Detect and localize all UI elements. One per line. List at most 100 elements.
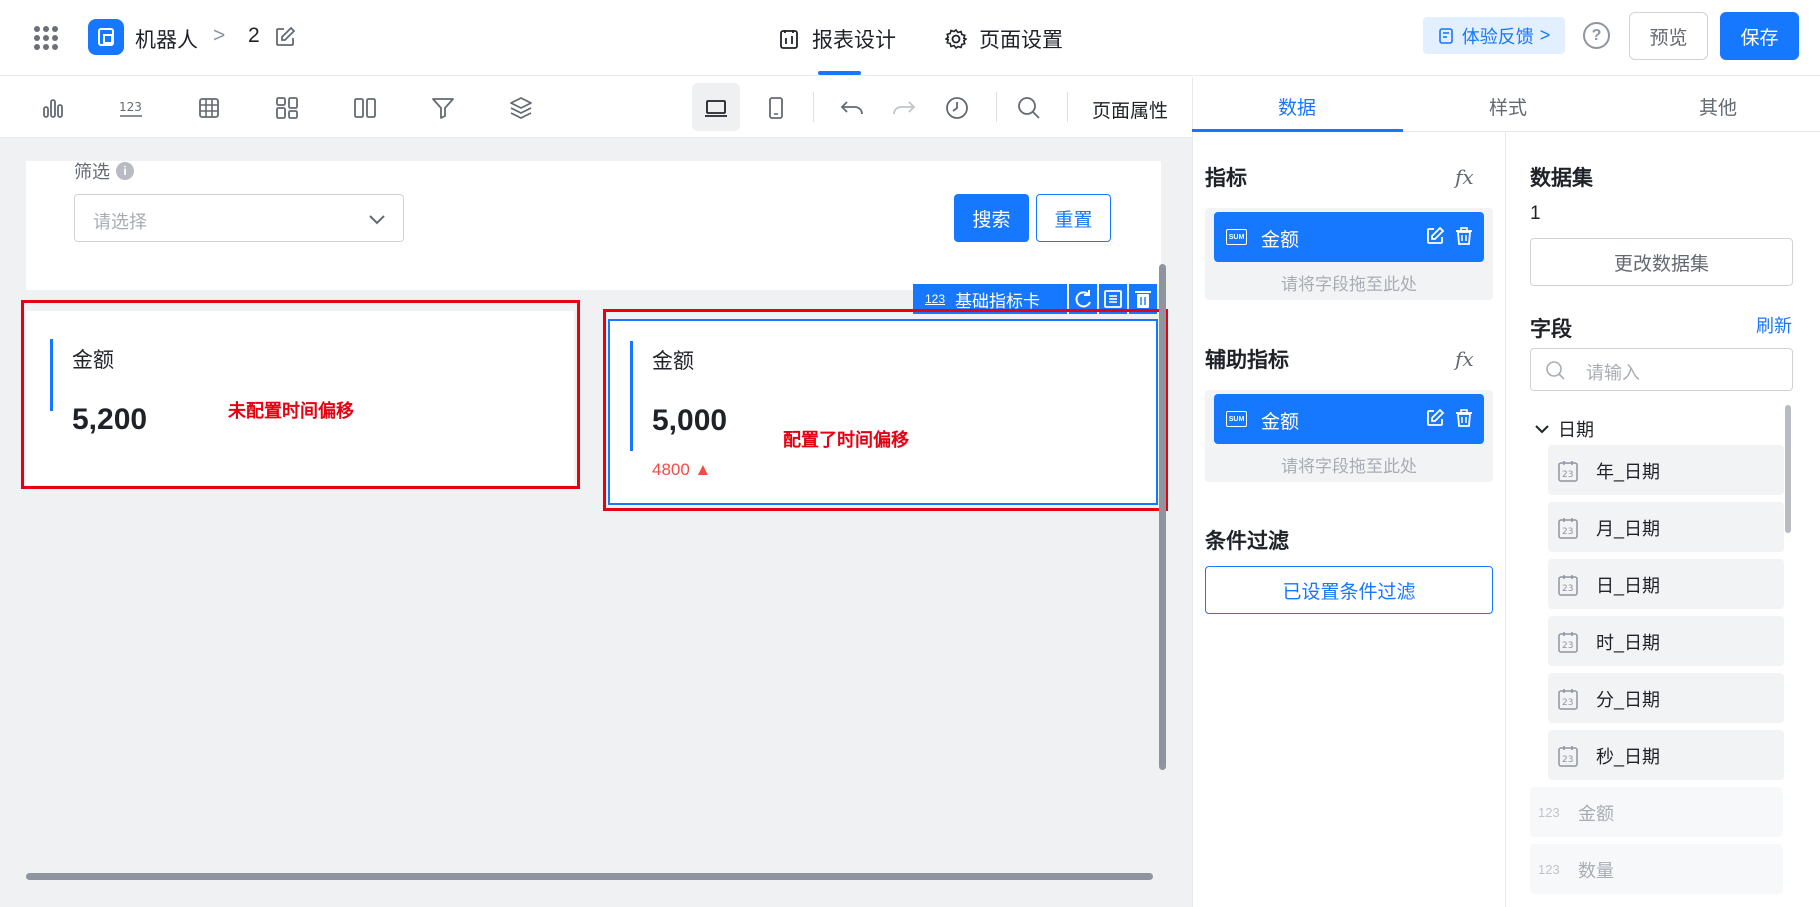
- tab-report-design[interactable]: 报表设计: [778, 24, 896, 54]
- active-tab-indicator: [818, 71, 861, 75]
- field-item-label: 年_日期: [1596, 462, 1661, 482]
- active-panel-tab-indicator: [1192, 129, 1403, 132]
- toolbar-divider: [813, 92, 814, 122]
- svg-text:23: 23: [1562, 584, 1573, 594]
- svg-text:23: 23: [1562, 527, 1573, 537]
- field-item-month-date[interactable]: 23 月_日期: [1548, 502, 1784, 552]
- help-icon[interactable]: ?: [1583, 22, 1610, 49]
- metrics-drop-hint: 请将字段拖至此处: [1281, 275, 1417, 294]
- svg-text:23: 23: [1562, 755, 1573, 765]
- page-properties-button[interactable]: 页面属性: [1092, 96, 1168, 123]
- desktop-view-icon[interactable]: [702, 94, 730, 122]
- filter-icon[interactable]: [429, 94, 457, 122]
- selected-component-toolbar: 123 基础指标卡: [913, 284, 1158, 314]
- mobile-view-icon[interactable]: [762, 94, 790, 122]
- columns-icon[interactable]: [351, 94, 379, 122]
- breadcrumb-app-name[interactable]: 机器人: [135, 24, 198, 54]
- calendar-icon: 23: [1558, 575, 1578, 596]
- fields-scrollbar[interactable]: [1785, 405, 1791, 533]
- bar-chart-icon[interactable]: [39, 94, 67, 122]
- annotation-note: 配置了时间偏移: [783, 430, 909, 451]
- delete-field-icon[interactable]: [1454, 226, 1474, 246]
- number-card-icon[interactable]: 123: [117, 94, 145, 122]
- field-item-label: 秒_日期: [1596, 747, 1661, 767]
- feedback-label: 体验反馈: [1461, 26, 1534, 47]
- canvas-horizontal-scrollbar[interactable]: [26, 873, 1153, 880]
- field-item-day-date[interactable]: 23 日_日期: [1548, 559, 1784, 609]
- fields-section-title: 字段: [1530, 318, 1572, 341]
- chevron-right-icon: >: [1539, 25, 1551, 45]
- layers-icon[interactable]: [507, 94, 535, 122]
- svg-text:23: 23: [1562, 641, 1573, 651]
- component-settings-icon[interactable]: [1099, 284, 1127, 314]
- field-item-hour-date[interactable]: 23 时_日期: [1548, 616, 1784, 666]
- field-item-minute-date[interactable]: 23 分_日期: [1548, 673, 1784, 723]
- metric-card-with-offset[interactable]: 金额 5,000 4800 ▲: [608, 319, 1158, 505]
- dataset-section-title: 数据集: [1530, 167, 1593, 190]
- canvas-vertical-scrollbar[interactable]: [1159, 264, 1166, 770]
- toolbar-divider: [996, 92, 997, 122]
- search-button[interactable]: 搜索: [954, 194, 1029, 242]
- card-accent-bar: [50, 339, 53, 411]
- field-search-input[interactable]: 请输入: [1530, 348, 1793, 391]
- aux-metric-field-pill[interactable]: SUM 金额: [1214, 394, 1484, 444]
- feedback-button[interactable]: 体验反馈 >: [1423, 17, 1565, 54]
- breadcrumb-separator: >: [213, 24, 226, 47]
- app-logo-icon: [88, 19, 124, 55]
- reset-button[interactable]: 重置: [1036, 194, 1111, 242]
- search-icon[interactable]: [1015, 94, 1043, 122]
- component-type-label: 123 基础指标卡: [913, 284, 1067, 314]
- tab-page-settings-label: 页面设置: [979, 29, 1063, 52]
- app-grid-icon[interactable]: [34, 26, 58, 50]
- tab-other[interactable]: 其他: [1613, 93, 1820, 120]
- field-item-label: 分_日期: [1596, 690, 1661, 710]
- svg-text:23: 23: [1562, 470, 1573, 480]
- preview-button[interactable]: 预览: [1629, 12, 1708, 60]
- refresh-fields-link[interactable]: 刷新: [1756, 312, 1792, 338]
- date-group-toggle[interactable]: 日期: [1534, 416, 1594, 442]
- component-type-text: 基础指标卡: [955, 291, 1041, 311]
- save-button[interactable]: 保存: [1720, 12, 1799, 60]
- card-title: 金额: [652, 350, 694, 373]
- field-item-label: 金额: [1578, 804, 1614, 824]
- field-item-quantity[interactable]: 123 数量: [1530, 844, 1783, 894]
- redo-icon[interactable]: [890, 94, 918, 122]
- filter-select-placeholder: 请选择: [93, 212, 147, 232]
- field-item-amount[interactable]: 123 金额: [1530, 787, 1783, 837]
- undo-icon[interactable]: [838, 94, 866, 122]
- dataset-name: 1: [1530, 203, 1541, 224]
- refresh-component-icon[interactable]: [1069, 284, 1097, 314]
- calendar-icon: 23: [1558, 518, 1578, 539]
- sum-icon: SUM: [1226, 411, 1247, 427]
- formula-icon[interactable]: fx: [1455, 165, 1474, 189]
- delete-component-icon[interactable]: [1129, 284, 1157, 314]
- edit-field-icon[interactable]: [1425, 408, 1445, 428]
- aux-metric-field-label: 金额: [1261, 412, 1300, 433]
- card-compare-value: 4800 ▲: [652, 460, 712, 479]
- field-search-placeholder: 请输入: [1586, 363, 1640, 383]
- number-field-icon: 123: [1538, 805, 1560, 820]
- metric-field-pill[interactable]: SUM 金额: [1214, 212, 1484, 262]
- tab-data[interactable]: 数据: [1192, 93, 1402, 120]
- edit-title-icon[interactable]: [274, 26, 296, 48]
- edit-field-icon[interactable]: [1425, 226, 1445, 246]
- aux-metrics-drop-hint: 请将字段拖至此处: [1281, 457, 1417, 476]
- info-icon[interactable]: i: [116, 162, 134, 180]
- tab-style[interactable]: 样式: [1403, 93, 1613, 120]
- toolbar-divider: [1067, 92, 1068, 122]
- history-icon[interactable]: [943, 94, 971, 122]
- table-icon[interactable]: [195, 94, 223, 122]
- field-item-label: 月_日期: [1596, 519, 1661, 539]
- change-dataset-button[interactable]: 更改数据集: [1530, 238, 1793, 286]
- field-item-second-date[interactable]: 23 秒_日期: [1548, 730, 1784, 780]
- condition-filter-button[interactable]: 已设置条件过滤: [1205, 566, 1493, 614]
- tab-page-settings[interactable]: 页面设置: [945, 24, 1063, 54]
- delete-field-icon[interactable]: [1454, 408, 1474, 428]
- gear-icon: [945, 28, 967, 50]
- dashboard-grid-icon[interactable]: [273, 94, 301, 122]
- card-title: 金额: [72, 349, 114, 372]
- field-item-label: 数量: [1578, 861, 1614, 881]
- filter-select[interactable]: 请选择: [74, 194, 404, 242]
- formula-icon[interactable]: fx: [1455, 347, 1474, 371]
- field-item-year-date[interactable]: 23 年_日期: [1548, 445, 1784, 495]
